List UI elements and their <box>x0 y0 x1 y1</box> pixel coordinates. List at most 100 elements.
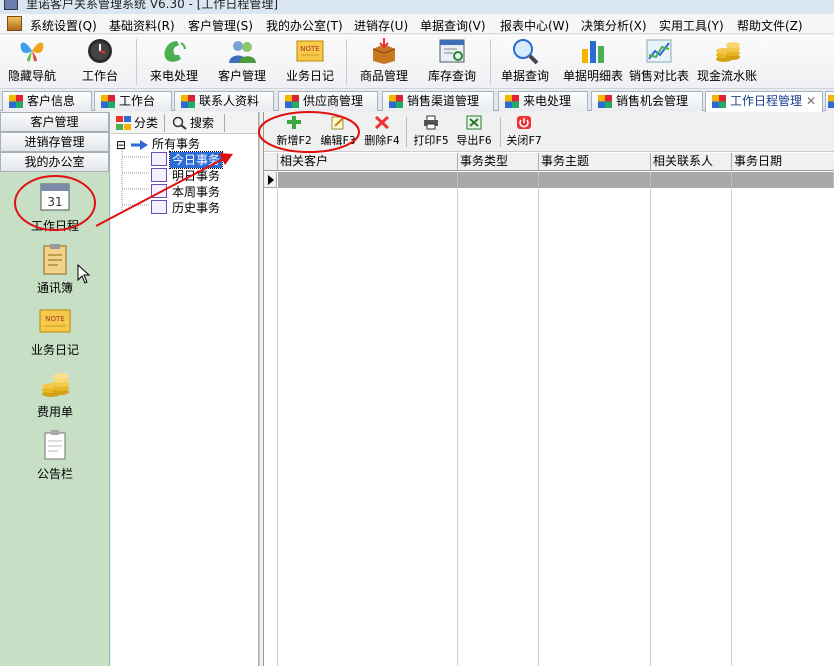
tab-supplier-mgmt[interactable]: 供应商管理 <box>278 91 378 111</box>
nav-group-inventory-mgmt[interactable]: 进销存管理 <box>0 132 109 152</box>
app-menu-icon[interactable] <box>7 16 22 31</box>
tree-tab-label: 搜索 <box>190 116 215 130</box>
table-cell[interactable] <box>651 172 732 188</box>
toolbar-product-mgmt-button[interactable]: 商品管理 <box>356 37 412 84</box>
schedule-grid[interactable]: 相关客户 事务类型 事务主题 相关联系人 事务日期 <box>264 153 834 666</box>
table-row[interactable] <box>264 172 834 188</box>
note-icon: NOTE <box>295 37 325 65</box>
window-title: 里诺客户关系管理系统 V6.30 - [工作日程管理] <box>26 0 279 11</box>
table-cell[interactable] <box>732 172 834 188</box>
menu-document-query[interactable]: 单据查询(V) <box>420 17 486 34</box>
column-header-subject[interactable]: 事务主题 <box>539 153 651 171</box>
tab-contacts[interactable]: 联系人资料 <box>174 91 274 111</box>
toolbar-document-detail-button[interactable]: 单据明细表 <box>560 37 626 84</box>
menu-report-center[interactable]: 报表中心(W) <box>500 17 569 34</box>
grid-line <box>650 188 651 666</box>
tab-label: 客户信息 <box>27 94 76 108</box>
tree-tab-search[interactable]: 搜索 <box>169 114 225 132</box>
tree-node-tomorrow[interactable]: 明日事务 <box>172 168 220 184</box>
menu-decision-analysis[interactable]: 决策分析(X) <box>581 17 647 34</box>
column-header-customer[interactable]: 相关客户 <box>278 153 458 171</box>
nav-item-expense-sheet[interactable]: 费用单 <box>0 366 110 420</box>
action-label: 关闭F7 <box>506 134 542 147</box>
print-button[interactable]: 打印F5 <box>411 115 451 148</box>
menu-help[interactable]: 帮助文件(Z) <box>737 17 803 34</box>
table-cell[interactable] <box>278 172 458 188</box>
menu-tools[interactable]: 实用工具(Y) <box>659 17 724 34</box>
column-header-date[interactable]: 事务日期 <box>732 153 834 171</box>
note-icon-text: NOTE <box>45 315 64 323</box>
nav-group-my-office[interactable]: 我的办公室 <box>0 152 109 172</box>
column-header-contact[interactable]: 相关联系人 <box>651 153 732 171</box>
tab-call-handling[interactable]: 来电处理 <box>498 91 588 111</box>
menu-inventory[interactable]: 进销存(U) <box>354 17 408 34</box>
menu-my-office[interactable]: 我的办公室(T) <box>266 17 343 34</box>
menu-basic-data[interactable]: 基础资料(R) <box>109 17 175 34</box>
tab-sales-channel[interactable]: 销售渠道管理 <box>382 91 494 111</box>
main-toolbar: 隐藏导航 工作台 来电处理 客户管理 NOTE 业务日记 商品管理 库存查询 单… <box>0 35 834 89</box>
coins-icon <box>38 366 72 400</box>
nav-item-address-book[interactable]: 通讯簿 <box>0 242 110 296</box>
bar-chart-icon <box>578 37 608 65</box>
tree-node-today[interactable]: 今日事务 <box>168 151 224 169</box>
toolbar-label: 库存查询 <box>427 69 476 83</box>
schedule-main-panel: 新增F2 编辑F3 删除F4 打印F5 导出F6 关闭F7 相关客户 事务类型 <box>264 112 834 666</box>
nav-item-bulletin-board[interactable]: 公告栏 <box>0 428 110 482</box>
action-separator <box>406 117 407 147</box>
tab-schedule-mgmt[interactable]: 工作日程管理 ✕ <box>705 91 823 112</box>
printer-icon <box>423 115 439 130</box>
action-label: 编辑F3 <box>320 134 356 147</box>
tab-customer-info[interactable]: 客户信息 <box>2 91 92 111</box>
toolbar-hide-nav-button[interactable]: 隐藏导航 <box>6 37 58 84</box>
toolbar-label: 客户管理 <box>217 69 266 83</box>
toolbar-sales-compare-button[interactable]: 销售对比表 <box>628 37 690 84</box>
table-cell[interactable] <box>539 172 651 188</box>
export-button[interactable]: 导出F6 <box>454 115 494 148</box>
butterfly-icon <box>17 37 47 65</box>
tree-tab-category[interactable]: 分类 <box>113 114 165 132</box>
toolbar-business-diary-button[interactable]: NOTE 业务日记 <box>282 37 338 84</box>
edit-button[interactable]: 编辑F3 <box>318 115 358 148</box>
app-title-icon <box>4 0 18 10</box>
tree-collapse-icon[interactable]: ⊟ <box>116 137 126 153</box>
clock-icon <box>85 37 115 65</box>
tab-sales-opportunity[interactable]: 销售机会管理 <box>591 91 703 111</box>
column-header-type[interactable]: 事务类型 <box>458 153 539 171</box>
tab-label: 销售渠道管理 <box>407 94 480 108</box>
tab-workbench[interactable]: 工作台 <box>94 91 172 111</box>
tree-node-icon <box>151 152 167 166</box>
toolbar-call-handling-button[interactable]: 来电处理 <box>146 37 202 84</box>
category-tree-panel: 分类 搜索 ⊟ 所有事务 今日事务 明日事务 本周事务 历史事务 <box>111 112 259 666</box>
colorful-app-icon <box>828 95 834 108</box>
coins-icon <box>712 37 742 65</box>
document-tab-strip: 客户信息 工作台 联系人资料 供应商管理 销售渠道管理 来电处理 销售机会管理 … <box>0 90 834 112</box>
toolbar-document-query-button[interactable]: 单据查询 <box>498 37 552 84</box>
action-label: 导出F6 <box>456 134 492 147</box>
menu-system-settings[interactable]: 系统设置(Q) <box>30 17 97 34</box>
nav-item-business-diary[interactable]: NOTE 业务日记 <box>0 304 110 358</box>
tree-node-icon <box>151 168 167 182</box>
colorful-app-icon <box>389 95 403 108</box>
toolbar-workbench-button[interactable]: 工作台 <box>74 37 126 84</box>
line-chart-icon <box>644 37 674 65</box>
toolbar-cash-journal-button[interactable]: 现金流水账 <box>696 37 758 84</box>
toolbar-label: 来电处理 <box>149 69 198 83</box>
toolbar-inventory-query-button[interactable]: 库存查询 <box>424 37 480 84</box>
close-button[interactable]: 关闭F7 <box>504 115 544 148</box>
nav-group-customer-mgmt[interactable]: 客户管理 <box>0 112 109 132</box>
menu-customer-mgmt[interactable]: 客户管理(S) <box>188 17 253 34</box>
tab-overflow[interactable] <box>825 91 834 111</box>
delete-button[interactable]: 删除F4 <box>362 115 402 148</box>
tree-node-all-affairs[interactable]: 所有事务 <box>152 136 200 152</box>
toolbar-customer-mgmt-button[interactable]: 客户管理 <box>214 37 270 84</box>
nav-item-work-schedule[interactable]: 31 工作日程 <box>0 180 110 234</box>
nav-item-label: 业务日记 <box>30 343 79 357</box>
row-indicator-icon <box>264 172 277 188</box>
tree-node-this-week[interactable]: 本周事务 <box>172 184 220 200</box>
add-button[interactable]: 新增F2 <box>274 115 314 148</box>
close-icon[interactable]: ✕ <box>806 92 816 111</box>
toolbar-label: 工作台 <box>81 69 118 83</box>
tab-label: 来电处理 <box>523 94 572 108</box>
table-cell[interactable] <box>458 172 539 188</box>
tree-node-history[interactable]: 历史事务 <box>172 200 220 216</box>
